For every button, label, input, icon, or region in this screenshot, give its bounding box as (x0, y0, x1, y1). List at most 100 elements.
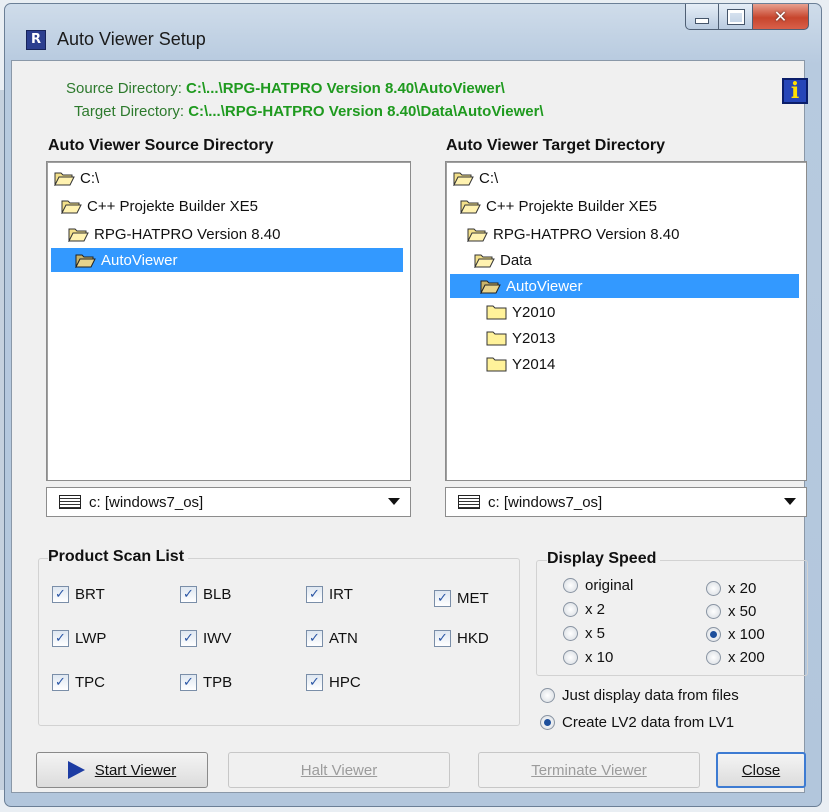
minimize-button[interactable] (685, 4, 719, 30)
start-viewer-label: Start Viewer (94, 761, 177, 779)
maximize-button[interactable] (719, 4, 753, 30)
checkmark-icon: ✓ (180, 674, 197, 691)
checkbox-label: BLB (203, 586, 232, 603)
tree-item-c-root[interactable]: C:\ (54, 166, 99, 190)
target-drive-value: c: [windows7_os] (488, 493, 603, 511)
source-directory-heading: Auto Viewer Source Directory (48, 137, 278, 155)
folder-icon (486, 331, 507, 346)
maximize-icon (726, 8, 745, 25)
chevron-down-icon (388, 498, 400, 505)
open-folder-icon (460, 200, 481, 214)
tree-item-label: C:\ (80, 169, 100, 187)
target-directory-heading: Auto Viewer Target Directory (446, 137, 670, 155)
terminate-viewer-button[interactable]: Terminate Viewer (478, 752, 700, 788)
folder-icon (486, 357, 507, 372)
radio-label: x 5 (585, 625, 606, 642)
source-directory-value: C:\...\RPG-HATPRO Version 8.40\AutoViewe… (186, 80, 505, 97)
chevron-down-icon (784, 498, 796, 505)
window-title: Auto Viewer Setup (57, 29, 206, 49)
tree-item-label: C++ Projekte Builder XE5 (87, 197, 258, 215)
source-directory-tree[interactable]: C:\ C++ Projekte Builder XE5 RPG-HATPRO … (46, 161, 411, 481)
radio-label: x 10 (585, 649, 614, 666)
checkmark-icon: ✓ (180, 586, 197, 603)
speed-x20-radio[interactable]: x 20 (706, 580, 756, 597)
just-display-radio[interactable]: Just display data from files (540, 687, 739, 704)
checkbox-met[interactable]: ✓ MET (434, 590, 489, 607)
checkmark-icon: ✓ (306, 630, 323, 647)
speed-x5-radio[interactable]: x 5 (563, 625, 605, 642)
radio-icon (563, 626, 578, 641)
start-viewer-button[interactable]: Start Viewer (36, 752, 208, 788)
checkbox-blb[interactable]: ✓ BLB (180, 586, 231, 603)
display-speed-heading: Display Speed (547, 550, 661, 568)
target-directory-tree[interactable]: C:\ C++ Projekte Builder XE5 RPG-HATPRO … (445, 161, 807, 481)
checkbox-label: ATN (329, 630, 358, 647)
radio-icon (706, 604, 721, 619)
checkbox-iwv[interactable]: ✓ IWV (180, 630, 231, 647)
speed-x200-radio[interactable]: x 200 (706, 649, 765, 666)
create-lv2-radio[interactable]: Create LV2 data from LV1 (540, 714, 734, 731)
checkbox-hpc[interactable]: ✓ HPC (306, 674, 361, 691)
close-label: Close (741, 761, 781, 779)
radio-label: x 20 (728, 580, 757, 597)
checkmark-icon: ✓ (434, 630, 451, 647)
speed-x2-radio[interactable]: x 2 (563, 601, 605, 618)
tree-item-autoviewer-selected[interactable]: AutoViewer (450, 274, 799, 298)
checkmark-icon: ✓ (52, 630, 69, 647)
halt-viewer-button[interactable]: Halt Viewer (228, 752, 450, 788)
open-folder-icon (453, 172, 474, 186)
radio-icon (563, 602, 578, 617)
drive-icon (59, 495, 81, 509)
checkbox-label: BRT (75, 586, 105, 603)
checkbox-brt[interactable]: ✓ BRT (52, 586, 105, 603)
checkmark-icon: ✓ (434, 590, 451, 607)
radio-selected-icon (706, 627, 721, 642)
radio-label: Create LV2 data from LV1 (562, 714, 735, 731)
tree-item-label: AutoViewer (506, 277, 583, 295)
tree-item-data[interactable]: Data (474, 248, 532, 272)
checkbox-lwp[interactable]: ✓ LWP (52, 630, 106, 647)
radio-icon (563, 650, 578, 665)
checkbox-tpc[interactable]: ✓ TPC (52, 674, 105, 691)
speed-x10-radio[interactable]: x 10 (563, 649, 613, 666)
checkbox-irt[interactable]: ✓ IRT (306, 586, 353, 603)
open-folder-icon (480, 280, 501, 294)
radio-label: x 50 (728, 603, 757, 620)
radio-selected-icon (540, 715, 555, 730)
open-folder-icon (75, 254, 96, 268)
tree-item-label: Y2013 (512, 329, 556, 347)
speed-x100-radio[interactable]: x 100 (706, 626, 765, 643)
checkmark-icon: ✓ (180, 630, 197, 647)
checkbox-hkd[interactable]: ✓ HKD (434, 630, 489, 647)
close-button[interactable]: Close (716, 752, 806, 788)
close-window-button[interactable]: ✕ (753, 4, 809, 30)
tree-item-y2010[interactable]: Y2010 (486, 300, 555, 324)
source-directory-line: Source Directory: C:\...\RPG-HATPRO Vers… (66, 80, 505, 97)
checkbox-atn[interactable]: ✓ ATN (306, 630, 358, 647)
checkbox-tpb[interactable]: ✓ TPB (180, 674, 232, 691)
target-directory-label: Target Directory: (74, 103, 185, 120)
tree-item-y2013[interactable]: Y2013 (486, 326, 555, 350)
source-drive-value: c: [windows7_os] (89, 493, 204, 511)
radio-icon (706, 650, 721, 665)
tree-item-rpg-hatpro[interactable]: RPG-HATPRO Version 8.40 (68, 222, 280, 246)
tree-item-c-root[interactable]: C:\ (453, 166, 498, 190)
tree-item-label: Y2014 (512, 355, 556, 373)
tree-item-builder[interactable]: C++ Projekte Builder XE5 (460, 194, 657, 218)
tree-item-y2014[interactable]: Y2014 (486, 352, 555, 376)
tree-item-rpg-hatpro[interactable]: RPG-HATPRO Version 8.40 (467, 222, 679, 246)
tree-item-label: RPG-HATPRO Version 8.40 (493, 225, 680, 243)
speed-original-radio[interactable]: original (563, 577, 633, 594)
halt-viewer-label: Halt Viewer (300, 761, 378, 779)
checkbox-label: LWP (75, 630, 107, 647)
radio-label: x 200 (728, 649, 765, 666)
speed-x50-radio[interactable]: x 50 (706, 603, 756, 620)
tree-item-autoviewer-selected[interactable]: AutoViewer (51, 248, 403, 272)
source-drive-select[interactable]: c: [windows7_os] (46, 487, 411, 517)
tree-item-label: Data (500, 251, 532, 269)
info-icon[interactable]: i (782, 78, 808, 104)
radio-icon (540, 688, 555, 703)
target-drive-select[interactable]: c: [windows7_os] (445, 487, 807, 517)
tree-item-builder[interactable]: C++ Projekte Builder XE5 (61, 194, 258, 218)
title-bar[interactable]: R Auto Viewer Setup ✕ (5, 4, 821, 64)
